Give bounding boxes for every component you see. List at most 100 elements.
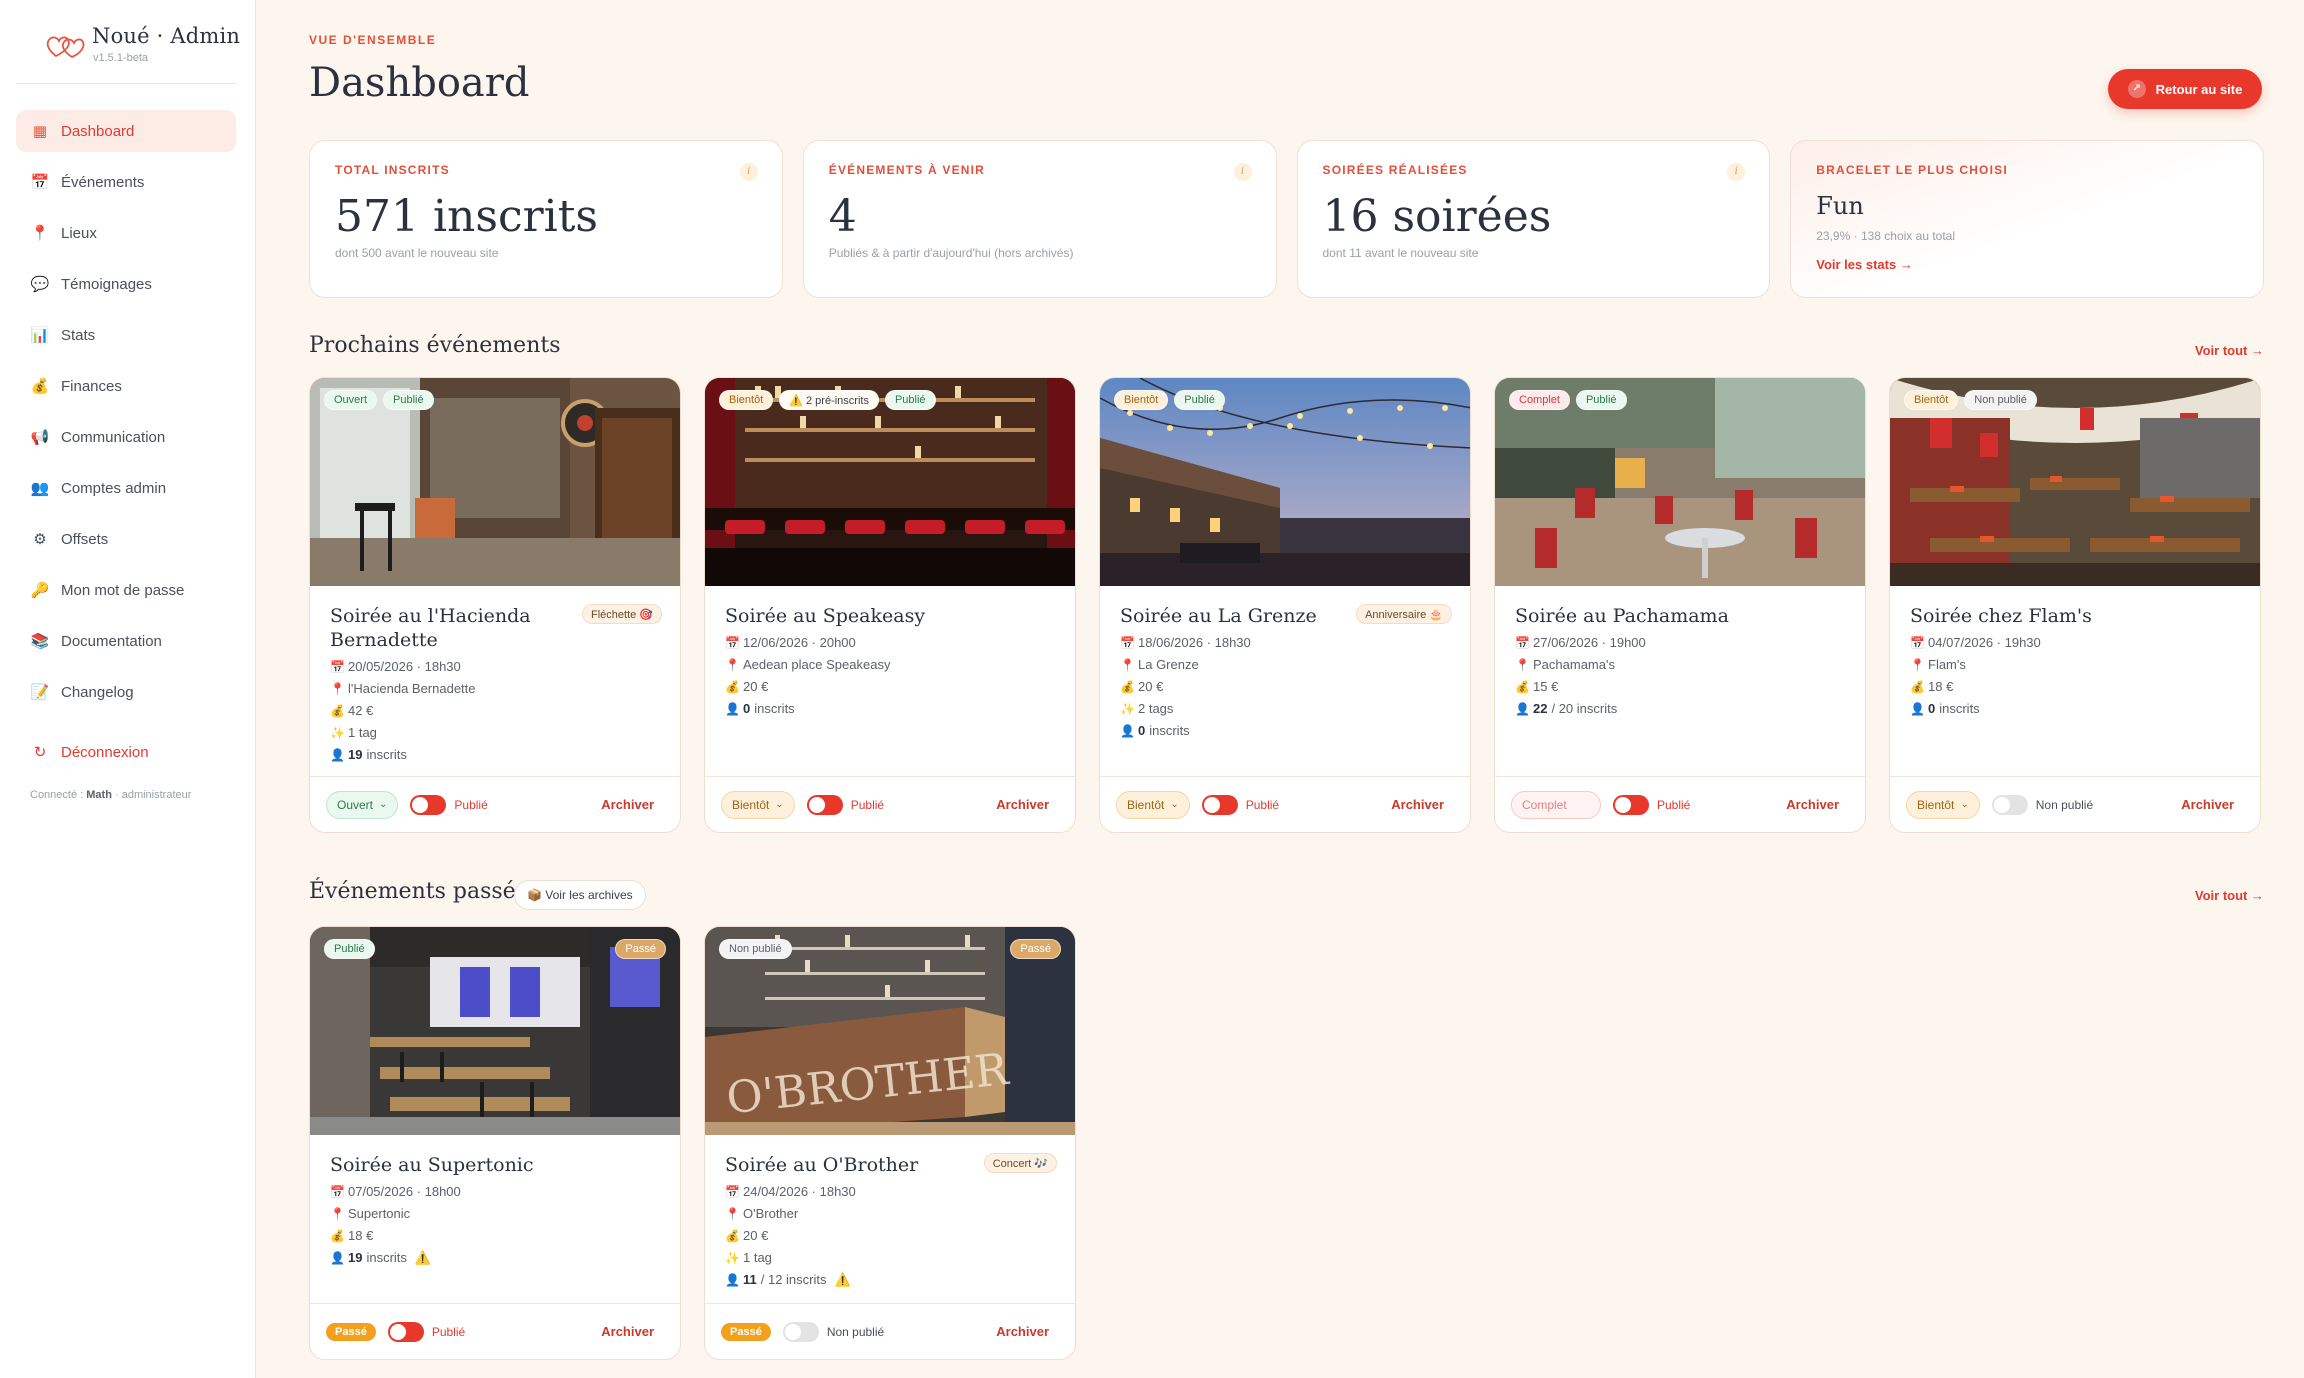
event-title[interactable]: Soirée au La Grenze [1120,604,1350,628]
publish-toggle[interactable] [387,1321,424,1342]
event-card: Bientôt Non publié Soirée chez Flam's 📅 04/0… [1889,377,2261,833]
event-title[interactable]: Soirée au l'Hacienda Bernadette [330,604,560,652]
archive-button[interactable]: Archiver [2181,797,2234,812]
event-price-text: 20 € [1138,679,1164,694]
publish-toggle[interactable] [1613,794,1649,815]
sidebar-item-label: Témoignages [61,275,152,293]
archive-button[interactable]: Archiver [996,797,1049,812]
toggle-knob [784,1323,801,1340]
page-eyebrow: VUE D'ENSEMBLE [309,33,437,47]
status-badge: Publié [884,390,936,410]
event-title[interactable]: Soirée au Speakeasy [725,604,955,628]
publish-label: Publié [454,797,488,812]
event-title[interactable]: Soirée au Supertonic [330,1153,560,1177]
publish-toggle[interactable] [1201,794,1238,815]
sidebar-item-changelog[interactable]: 📝 Changelog [16,671,236,713]
event-tags-text: 1 tag [348,725,377,740]
event-date-text: 24/04/2026 · 18h30 [743,1184,856,1199]
upcoming-see-all-link[interactable]: Voir tout → [2195,343,2264,358]
info-icon[interactable]: i [1233,163,1252,181]
publish-toggle[interactable] [1991,794,2028,815]
publish-toggle[interactable] [410,794,447,815]
event-registrations: 👤 22/ 20 inscrits [1515,698,1845,720]
sidebar-item-mon-mot-de-passe[interactable]: 🔑 Mon mot de passe [16,569,236,611]
pin-icon: 📍 [725,1207,740,1221]
event-actions: Ouvert ⌄ Publié Archiver [310,776,680,832]
registrations-count: 19 [348,1250,363,1265]
sidebar-item-témoignages[interactable]: 💬 Témoignages [16,263,236,305]
key-icon: 🔑 [30,582,50,599]
status-select[interactable]: Bientôt ⌄ [1116,790,1190,819]
toggle-knob [808,796,825,813]
info-icon[interactable]: i [1727,163,1746,181]
chevron-down-icon: ⌄ [1960,799,1969,810]
event-title[interactable]: Soirée au Pachamama [1515,604,1745,628]
sidebar-item-finances[interactable]: 💰 Finances [16,365,236,407]
sidebar-item-communication[interactable]: 📢 Communication [16,416,236,458]
archive-button[interactable]: Archiver [601,1324,654,1339]
event-card: Ouvert Publié Soirée au l'Hacienda Bernade… [309,377,681,833]
person-icon: 👤 [725,702,740,716]
memo-icon: 📝 [30,684,50,701]
event-title[interactable]: Soirée au O'Brother [725,1153,955,1177]
event-card: Complet Publié Soirée au Pachamama 📅 27/06/2… [1494,377,1866,833]
sidebar-item-offsets[interactable]: ⚙ Offsets [16,518,236,560]
status-select[interactable]: Bientôt ⌄ [1906,790,1980,819]
sidebar-item-dashboard[interactable]: ▦ Dashboard [16,110,236,152]
registrations-label: inscrits [366,1250,407,1265]
sidebar-item-comptes-admin[interactable]: 👥 Comptes admin [16,467,236,509]
stat-value: 16 soirées [1322,191,1552,242]
status-badge: Publié [1575,390,1627,410]
event-price: 💰 15 € [1515,676,1845,698]
event-date-text: 27/06/2026 · 19h00 [1533,635,1646,650]
archives-button[interactable]: 📦 Voir les archives [514,880,646,910]
logout-button[interactable]: ↻ Déconnexion [16,731,236,773]
event-card: Bientôt Publié Soirée au La Grenze Annivers… [1099,377,1471,833]
info-icon[interactable]: i [739,163,758,181]
stat-sub: Publiés & à partir d'aujourd'hui (hors a… [828,246,1074,260]
back-to-site-button[interactable]: ↗ Retour au site [2108,69,2262,109]
publish-toggle[interactable] [782,1321,819,1342]
status-badge: Non publié [719,939,792,959]
event-title[interactable]: Soirée chez Flam's [1910,604,2140,628]
event-price-text: 18 € [348,1228,374,1243]
warning-icon: ⚠️ [414,1250,432,1265]
event-meta: 📅 20/05/2026 · 18h30 📍 l'Hacienda Bernadett… [330,656,660,766]
event-tags-text: 1 tag [743,1250,772,1265]
event-tags: Bientôt ⚠️ 2 pré-inscrits Publié [719,390,936,410]
archive-button[interactable]: Archiver [1786,797,1839,812]
status-select[interactable]: Bientôt ⌄ [721,790,795,819]
theme-badge: Anniversaire 🎂 [1356,604,1452,624]
dashboard-icon: ▦ [32,123,48,140]
sidebar-item-documentation[interactable]: 📚 Documentation [16,620,236,662]
archive-button[interactable]: Archiver [601,797,654,812]
publish-toggle[interactable] [806,794,843,815]
sidebar-item-événements[interactable]: 📅 Événements [16,161,236,203]
see-stats-link[interactable]: Voir les stats → [1816,257,2238,272]
status-select[interactable]: Complet [1511,790,1601,819]
status-select[interactable]: Ouvert ⌄ [326,790,399,819]
sidebar-item-stats[interactable]: 📊 Stats [16,314,236,356]
event-place-text: l'Hacienda Bernadette [348,681,476,696]
logout-label: Déconnexion [61,743,149,761]
event-registrations: 👤 0 inscrits [725,698,1055,720]
event-place: 📍 O'Brother [725,1203,1055,1225]
event-date: 📅 18/06/2026 · 18h30 [1120,632,1450,654]
status-select-value: Complet [1522,797,1567,812]
sidebar-item-label: Événements [61,173,145,191]
money-bag-icon: 💰 [725,680,740,694]
calendar-icon: 📅 [1120,636,1135,650]
event-tags: Non publié [719,939,792,959]
sidebar-item-lieux[interactable]: 📍 Lieux [16,212,236,254]
person-icon: 👤 [1910,702,1925,716]
past-see-all-link[interactable]: Voir tout → [2195,888,2264,903]
status-badge: Non publié [1964,390,2037,410]
archive-button[interactable]: Archiver [1391,797,1444,812]
event-photo: Bientôt Non publié [1890,378,2260,586]
money-bag-icon: 💰 [330,1229,345,1243]
event-card: Bientôt ⚠️ 2 pré-inscrits Publié Soirée au … [704,377,1076,833]
archive-button[interactable]: Archiver [996,1324,1049,1339]
person-icon: 👤 [330,748,345,762]
event-photo: Publié Passé [310,927,680,1135]
registrations-label: / 12 inscrits [760,1272,827,1287]
